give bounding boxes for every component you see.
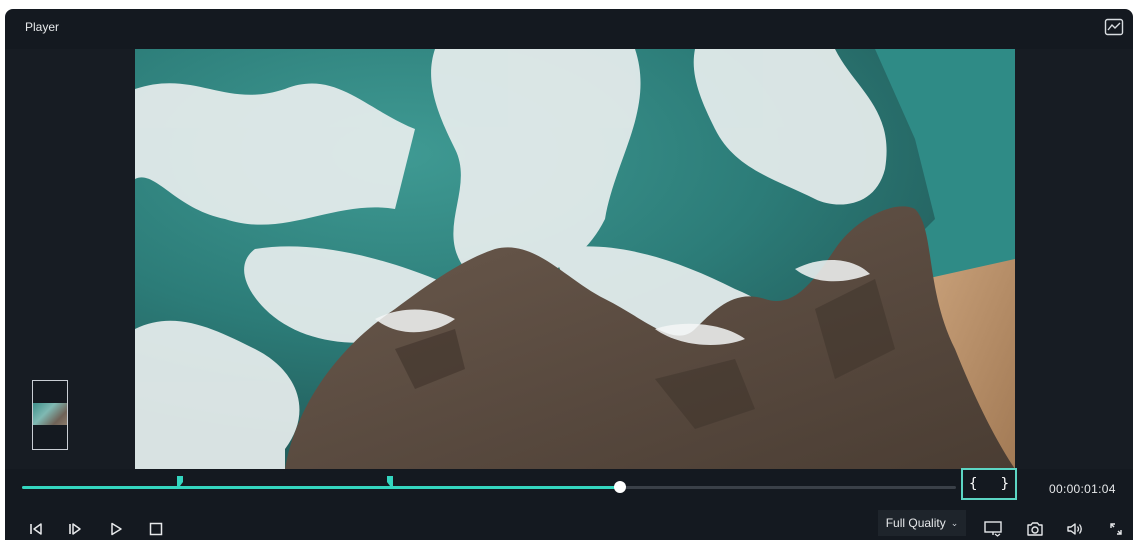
snapshot-camera-icon [1027, 522, 1043, 536]
previous-frame-icon [30, 523, 42, 535]
video-preview[interactable] [135, 49, 1015, 469]
thumbnail-frame [33, 403, 67, 425]
stop-icon [149, 522, 163, 536]
next-frame-icon [69, 523, 81, 535]
marker-out[interactable] [387, 473, 393, 486]
playhead[interactable] [613, 481, 626, 493]
volume-icon [1067, 523, 1082, 535]
mark-out-button[interactable]: } [1001, 476, 1009, 492]
quality-selected-label: Full Quality [885, 516, 946, 530]
fullscreen-button[interactable] [1106, 520, 1126, 538]
safe-zone-thumbnail [32, 380, 68, 450]
video-frame [135, 49, 1015, 469]
progress-fill [22, 486, 620, 489]
quality-select[interactable]: Full Quality ⌄ [878, 510, 966, 536]
fullscreen-icon [1110, 523, 1122, 535]
preview-stage [5, 49, 1133, 469]
scope-chart-icon [1104, 18, 1124, 36]
play-button[interactable] [106, 520, 126, 538]
player-panel: Player {} 00:00:01:04 Full Quality ⌄ [5, 9, 1133, 540]
previous-frame-button[interactable] [26, 520, 46, 538]
chevron-down-icon: ⌄ [950, 517, 959, 528]
playback-controls: { } 00:00:01:04 Full Quality ⌄ [5, 468, 1133, 540]
next-frame-button[interactable] [65, 520, 85, 538]
volume-button[interactable] [1065, 520, 1085, 538]
stop-button[interactable] [146, 520, 166, 538]
mark-in-button[interactable]: { [969, 476, 977, 492]
play-icon [111, 522, 122, 536]
timecode-display: 00:00:01:04 [1049, 482, 1116, 496]
panel-title: Player [25, 20, 60, 34]
marker-in[interactable] [177, 473, 183, 486]
scope-button[interactable] [1104, 18, 1124, 36]
display-settings-button[interactable] [983, 520, 1003, 538]
snapshot-button[interactable] [1025, 520, 1045, 538]
in-out-brackets[interactable]: { } [961, 468, 1017, 500]
display-settings-icon [984, 521, 1002, 537]
